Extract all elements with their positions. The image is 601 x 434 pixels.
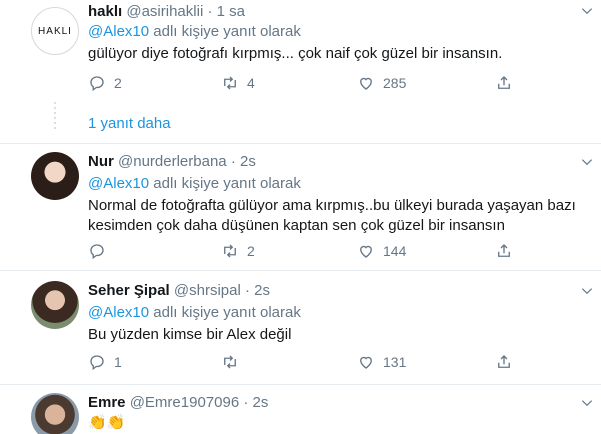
tweet-header: Seher Şipal @shrsipal · 2s xyxy=(88,281,270,301)
separator-dot: · xyxy=(243,394,249,411)
reply-count: 2 xyxy=(114,75,122,91)
avatar[interactable] xyxy=(31,281,79,329)
timestamp[interactable]: 1 sa xyxy=(217,3,245,20)
caret-down-icon[interactable] xyxy=(580,155,594,169)
reply-context: @Alex10 adlı kişiye yanıt olarak xyxy=(88,22,301,42)
share-button[interactable] xyxy=(495,352,513,372)
retweet-count: 4 xyxy=(247,75,255,91)
like-icon xyxy=(360,245,372,258)
reply-context: @Alex10 adlı kişiye yanıt olarak xyxy=(88,174,301,194)
avatar[interactable] xyxy=(31,152,79,200)
separator-dot: · xyxy=(207,3,213,20)
caret-down-icon[interactable] xyxy=(580,4,594,18)
timestamp[interactable]: 2s xyxy=(240,153,256,170)
separator-dot: · xyxy=(230,153,236,170)
like-button[interactable]: 131 xyxy=(357,352,406,372)
timestamp[interactable]: 2s xyxy=(253,394,269,411)
timestamp[interactable]: 2s xyxy=(254,282,270,299)
user-handle[interactable]: @shrsipal xyxy=(174,282,241,299)
mention-link[interactable]: @Alex10 xyxy=(88,23,149,40)
tweet-3[interactable]: Seher Şipal @shrsipal · 2s @Alex10 adlı … xyxy=(0,271,601,383)
tweet-text-line: Normal de fotoğrafta gülüyor ama kırpmış… xyxy=(88,197,576,214)
mention-link[interactable]: @Alex10 xyxy=(88,175,149,192)
share-icon xyxy=(498,244,510,257)
display-name[interactable]: Emre xyxy=(88,394,126,411)
tweet-text-line: Bu yüzden kimse bir Alex değil xyxy=(88,326,292,343)
avatar-logo-text: HAKLI xyxy=(38,25,72,37)
display-name[interactable]: Nur xyxy=(88,153,114,170)
tweet-1[interactable]: HAKLI haklı @asirihaklii · 1 sa @Alex10 … xyxy=(0,0,601,106)
reply-context: @Alex10 adlı kişiye yanıt olarak xyxy=(88,303,301,323)
mention-link[interactable]: @Alex10 xyxy=(88,304,149,321)
tweet-header: Emre @Emre1907096 · 2s xyxy=(88,393,268,413)
user-handle[interactable]: @Emre1907096 xyxy=(130,394,239,411)
like-count: 144 xyxy=(383,243,407,259)
display-name[interactable]: Seher Şipal xyxy=(88,282,170,299)
retweet-icon xyxy=(224,244,236,258)
retweet-icon xyxy=(224,76,236,90)
tweet-2[interactable]: Nur @nurderlerbana · 2s @Alex10 adlı kiş… xyxy=(0,144,601,269)
retweet-button[interactable] xyxy=(221,352,247,372)
caret-down-icon[interactable] xyxy=(580,284,594,298)
reply-icon xyxy=(90,76,104,92)
caret-down-icon[interactable] xyxy=(580,396,594,410)
like-button[interactable]: 285 xyxy=(357,73,406,93)
share-button[interactable] xyxy=(495,73,513,93)
tweet-actions: 1 131 xyxy=(88,352,518,372)
user-handle[interactable]: @nurderlerbana xyxy=(118,153,227,170)
reply-button[interactable]: 2 xyxy=(88,73,122,93)
thread-dots xyxy=(54,102,56,132)
tweet-text: gülüyor diye fotoğrafı kırpmış... çok na… xyxy=(88,44,588,64)
like-count: 131 xyxy=(383,354,407,370)
reply-icon xyxy=(90,244,104,260)
like-button[interactable]: 144 xyxy=(357,241,406,261)
more-replies-link[interactable]: 1 yanıt daha xyxy=(88,115,171,132)
display-name[interactable]: haklı xyxy=(88,3,122,20)
tweet-header: Nur @nurderlerbana · 2s xyxy=(88,152,256,172)
tweet-4[interactable]: Emre @Emre1907096 · 2s 👏👏 xyxy=(0,385,601,434)
separator-dot: · xyxy=(244,282,250,299)
tweet-text-line: 👏👏 xyxy=(88,414,126,431)
tweet-text: Bu yüzden kimse bir Alex değil xyxy=(88,325,588,345)
user-handle[interactable]: @asirihaklii xyxy=(126,3,203,20)
share-icon xyxy=(498,355,510,368)
avatar[interactable]: HAKLI xyxy=(31,7,79,55)
tweet-text-line: gülüyor diye fotoğrafı kırpmış... çok na… xyxy=(88,45,503,62)
reply-context-text: adlı kişiye yanıt olarak xyxy=(149,23,301,40)
retweet-icon xyxy=(224,355,236,369)
retweet-button[interactable]: 4 xyxy=(221,73,255,93)
reply-context-text: adlı kişiye yanıt olarak xyxy=(149,304,301,321)
tweet-text: Normal de fotoğrafta gülüyor ama kırpmış… xyxy=(88,196,598,236)
retweet-count: 2 xyxy=(247,243,255,259)
reply-button[interactable]: 1 xyxy=(88,352,122,372)
avatar[interactable] xyxy=(31,393,79,434)
reply-button[interactable] xyxy=(88,241,114,261)
like-icon xyxy=(360,356,372,369)
tweet-text: 👏👏 xyxy=(88,413,588,433)
tweet-actions: 2 4 285 xyxy=(88,73,518,93)
tweet-header: haklı @asirihaklii · 1 sa xyxy=(88,2,245,22)
retweet-button[interactable]: 2 xyxy=(221,241,255,261)
like-count: 285 xyxy=(383,75,407,91)
reply-count: 1 xyxy=(114,354,122,370)
tweet-actions: 2 144 xyxy=(88,241,518,261)
tweet-text-line: kesimden çok daha düşünen kaptan sen çok… xyxy=(88,217,505,234)
reply-context-text: adlı kişiye yanıt olarak xyxy=(149,175,301,192)
like-icon xyxy=(360,77,372,90)
share-icon xyxy=(498,76,510,89)
share-button[interactable] xyxy=(495,241,513,261)
reply-icon xyxy=(90,355,104,371)
